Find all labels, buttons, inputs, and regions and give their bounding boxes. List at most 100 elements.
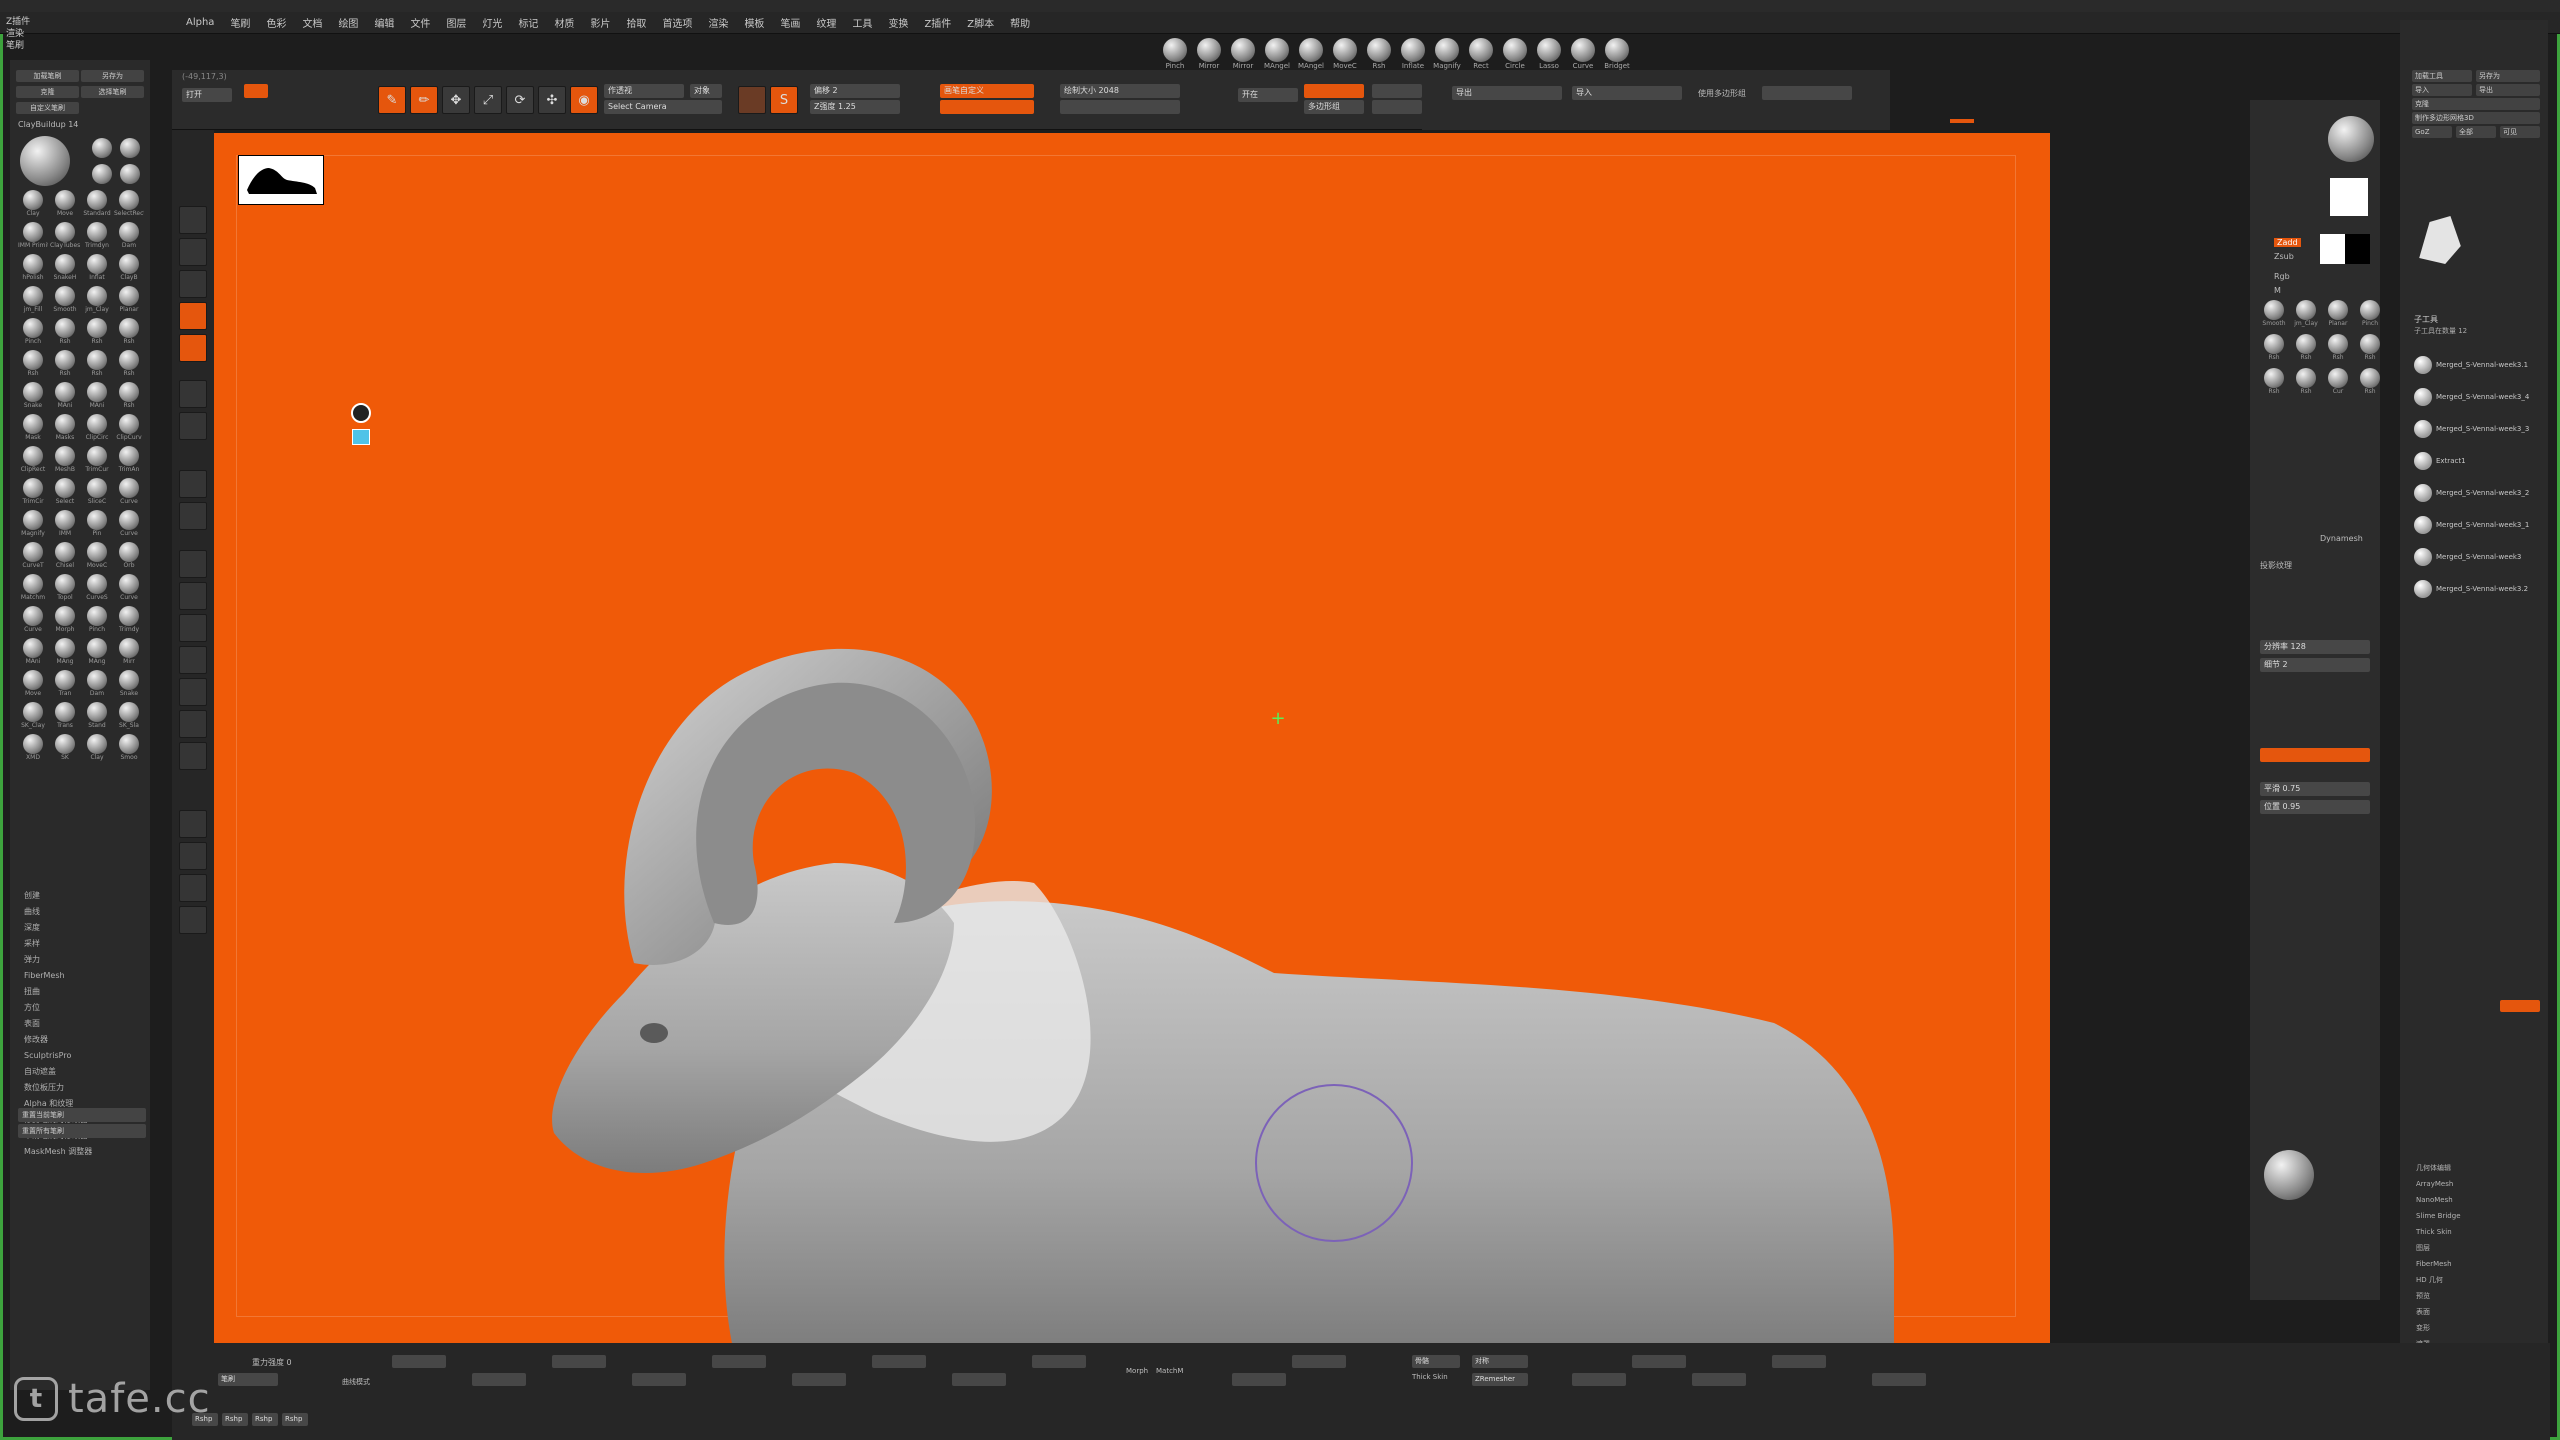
- dynamesh-label[interactable]: Dynamesh: [2320, 534, 2363, 543]
- draw-button[interactable]: ✏: [410, 86, 438, 114]
- brush-slot[interactable]: Matchm: [18, 574, 48, 604]
- zsub-label[interactable]: Zsub: [2274, 252, 2294, 261]
- subpalette-item[interactable]: 采样: [24, 936, 144, 952]
- camera-button[interactable]: ◉: [570, 86, 598, 114]
- shelf-button[interactable]: [179, 810, 207, 838]
- save-tool-button[interactable]: 另存为: [2476, 70, 2540, 82]
- bottom-brush-button[interactable]: Rshp: [252, 1413, 278, 1426]
- menu-item[interactable]: 模板: [736, 15, 772, 30]
- brush-slot[interactable]: Dam: [114, 222, 144, 252]
- toolbar-right-slider[interactable]: [1762, 86, 1852, 100]
- top-brush-slot[interactable]: Mirror: [1194, 38, 1224, 70]
- shelf-button[interactable]: [179, 380, 207, 408]
- brush-slot[interactable]: TrimAn: [114, 446, 144, 476]
- brush-slot[interactable]: Move: [18, 670, 48, 700]
- use-polygroup-label[interactable]: 使用多边形组: [1698, 88, 1746, 99]
- perspective-button[interactable]: 作透视: [604, 84, 684, 98]
- edit-mode-button[interactable]: 打开: [182, 88, 232, 102]
- reset-brush-button[interactable]: 重置当前笔刷: [18, 1108, 146, 1122]
- tool-subpalette-item[interactable]: NanoMesh: [2416, 1192, 2536, 1208]
- brush-slot[interactable]: Rsh: [18, 350, 48, 380]
- subpalette-item[interactable]: 方位: [24, 1000, 144, 1016]
- material-sphere[interactable]: [2328, 116, 2374, 162]
- top-brush-slot[interactable]: Rsh: [1364, 38, 1394, 70]
- right-shelf-slider[interactable]: 位置 0.95: [2260, 800, 2370, 814]
- shelf-button[interactable]: [179, 412, 207, 440]
- brush-slot[interactable]: MAni: [82, 382, 112, 412]
- tool-subpalette-item[interactable]: Thick Skin: [2416, 1224, 2536, 1240]
- bottom-slider[interactable]: [1692, 1373, 1746, 1386]
- subpalette-item[interactable]: 自动遮盖: [24, 1064, 144, 1080]
- brush-slot[interactable]: Chisel: [50, 542, 80, 572]
- brush-slot[interactable]: Smooth: [50, 286, 80, 316]
- brush-slot[interactable]: Snake: [114, 670, 144, 700]
- brush-slot[interactable]: SnakeH: [50, 254, 80, 284]
- brush-slot[interactable]: Curve: [114, 478, 144, 508]
- subpalette-item[interactable]: 创建: [24, 888, 144, 904]
- brush-slot[interactable]: ClipRect: [18, 446, 48, 476]
- subpalette-item[interactable]: 修改器: [24, 1032, 144, 1048]
- image-plane-icon[interactable]: [352, 429, 370, 445]
- top-brush-slot[interactable]: Magnify: [1432, 38, 1462, 70]
- menu-item[interactable]: 影片: [582, 15, 618, 30]
- tool-subpalette-item[interactable]: HD 几何: [2416, 1272, 2536, 1288]
- right-brush-slot[interactable]: Pinch: [2356, 300, 2384, 330]
- shelf-button[interactable]: [179, 550, 207, 578]
- brush-slot[interactable]: Clay: [82, 734, 112, 764]
- brush-slot[interactable]: Pinch: [82, 606, 112, 636]
- subtool-item[interactable]: Merged_S-Vennal-week3.1: [2414, 350, 2540, 380]
- subpalette-item[interactable]: 扭曲: [24, 984, 144, 1000]
- brush-slot[interactable]: Trimdy: [114, 606, 144, 636]
- brush-slot[interactable]: hPolish: [18, 254, 48, 284]
- goz-button[interactable]: GoZ: [2412, 126, 2452, 138]
- brush-slot[interactable]: Morph: [50, 606, 80, 636]
- brush-slot[interactable]: IMM Primitives: [18, 222, 48, 252]
- material-ball-bottom[interactable]: [2264, 1150, 2314, 1200]
- subtool-item[interactable]: Merged_S-Vennal-week3_1: [2414, 510, 2540, 540]
- shelf-button[interactable]: [179, 678, 207, 706]
- bottom-slider[interactable]: [1772, 1355, 1826, 1368]
- all-button[interactable]: 全部: [2456, 126, 2496, 138]
- bottom-slider[interactable]: [472, 1373, 526, 1386]
- brush-slot[interactable]: Masks: [50, 414, 80, 444]
- shelf-button[interactable]: [179, 238, 207, 266]
- toolbar-misc-1[interactable]: [1372, 84, 1422, 98]
- reset-all-brushes-button[interactable]: 重置所有笔刷: [18, 1124, 146, 1138]
- menu-item[interactable]: 拾取: [618, 15, 654, 30]
- thick-skin-label[interactable]: Thick Skin: [1412, 1373, 1448, 1381]
- offset-slider[interactable]: 偏移 2: [810, 84, 900, 98]
- brush-slot[interactable]: Orb: [114, 542, 144, 572]
- brush-swatch[interactable]: S: [770, 86, 798, 114]
- brush-slot[interactable]: Pin: [82, 510, 112, 540]
- brush-slot[interactable]: Select: [50, 478, 80, 508]
- brush-slot[interactable]: ClayTubes: [50, 222, 80, 252]
- recent-brush-1[interactable]: [92, 138, 112, 158]
- subtool-header[interactable]: 子工具: [2414, 314, 2438, 325]
- draw-mode-slider[interactable]: [244, 84, 268, 98]
- brush-slot[interactable]: Trimdyn: [82, 222, 112, 252]
- shelf-button-active[interactable]: [179, 334, 207, 362]
- bottom-slider[interactable]: [1572, 1373, 1626, 1386]
- brush-slot[interactable]: SK_Sla: [114, 702, 144, 732]
- select-brush-button[interactable]: 选择笔刷: [81, 86, 144, 98]
- menu-item[interactable]: 材质: [546, 15, 582, 30]
- menu-item[interactable]: 文档: [294, 15, 330, 30]
- brush-slot[interactable]: Clay: [18, 190, 48, 220]
- scale-button[interactable]: ⤢: [474, 86, 502, 114]
- morph-label[interactable]: Morph: [1126, 1367, 1148, 1375]
- canvas-viewport[interactable]: +: [214, 133, 2050, 1343]
- right-shelf-slider[interactable]: 分辨率 128: [2260, 640, 2370, 654]
- subpalette-item[interactable]: 表面: [24, 1016, 144, 1032]
- shelf-button[interactable]: [179, 742, 207, 770]
- export-button[interactable]: 导出: [1452, 86, 1562, 100]
- right-brush-slot[interactable]: jm_Clay: [2292, 300, 2320, 330]
- brush-slot[interactable]: Rsh: [114, 382, 144, 412]
- right-brush-slot[interactable]: Rsh: [2324, 334, 2352, 364]
- subpalette-item[interactable]: 数位板压力: [24, 1080, 144, 1096]
- bottom-slider[interactable]: [952, 1373, 1006, 1386]
- menu-item[interactable]: 帮助: [1002, 15, 1038, 30]
- top-brush-slot[interactable]: MoveC: [1330, 38, 1360, 70]
- brush-slot[interactable]: MAng: [82, 638, 112, 668]
- menu-item[interactable]: 标记: [510, 15, 546, 30]
- draw-size-slider[interactable]: [940, 100, 1034, 114]
